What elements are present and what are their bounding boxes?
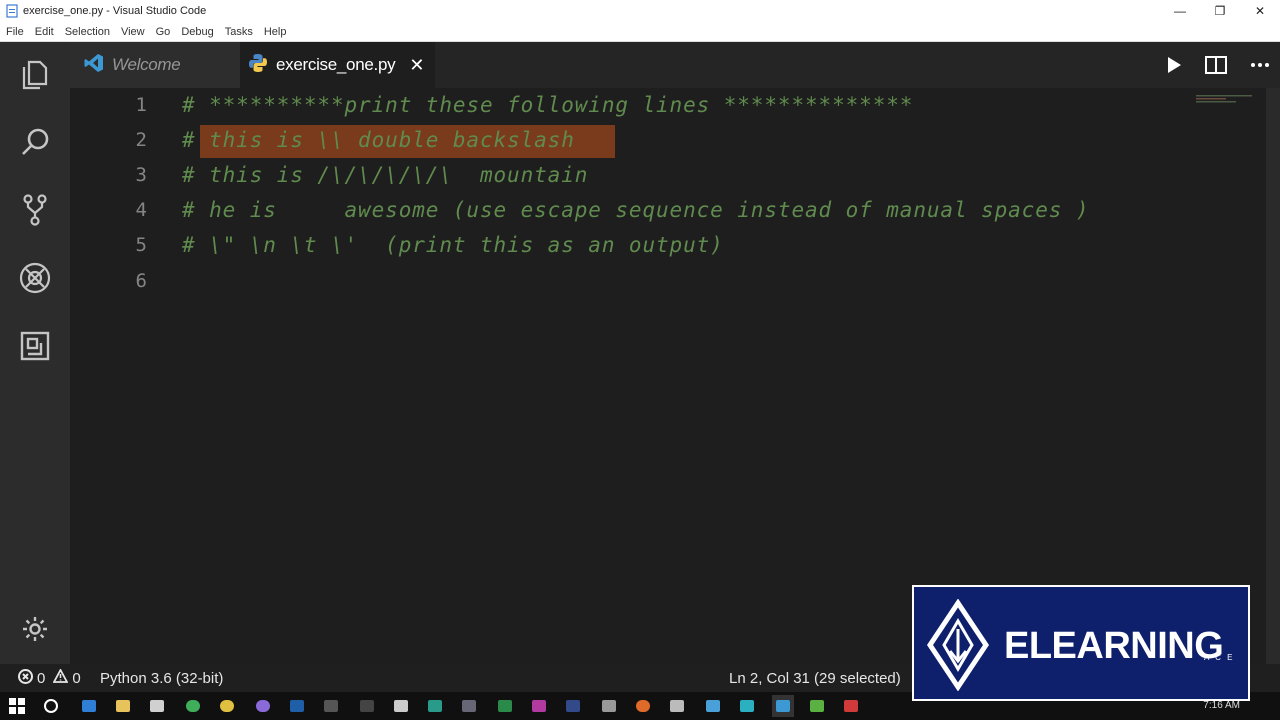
code-editor[interactable]: 1 # **********print these following line… [70, 88, 1280, 664]
code-text: # **********print these following lines … [182, 93, 914, 117]
app-icon-red[interactable] [840, 695, 862, 717]
menu-tasks[interactable]: Tasks [225, 26, 253, 38]
app-icon-green2[interactable] [494, 695, 516, 717]
vertical-scrollbar[interactable] [1266, 88, 1280, 664]
app-icon-navy[interactable] [562, 695, 584, 717]
app-icon-dark[interactable] [356, 695, 378, 717]
store-icon[interactable] [146, 695, 168, 717]
windows-start-icon[interactable] [6, 695, 28, 717]
vscode-icon [84, 53, 104, 78]
app-icon-purple[interactable] [252, 695, 274, 717]
tab-welcome[interactable]: Welcome [70, 42, 240, 88]
title-bar: exercise_one.py - Visual Studio Code — ❐… [0, 0, 1280, 22]
menu-bar: File Edit Selection View Go Debug Tasks … [0, 22, 1280, 42]
minimize-button[interactable]: — [1160, 0, 1200, 22]
app-icon-lime[interactable] [806, 695, 828, 717]
code-line[interactable]: 4 # he is awesome (use escape sequence i… [70, 193, 1270, 228]
elearning-logo-icon [924, 598, 992, 696]
menu-edit[interactable]: Edit [35, 26, 54, 38]
code-text: # he is awesome (use escape sequence ins… [182, 198, 1090, 222]
app-icon-blue[interactable] [286, 695, 308, 717]
python-interpreter[interactable]: Python 3.6 (32-bit) [100, 664, 223, 692]
app-icon-teal[interactable] [424, 695, 446, 717]
line-number: 4 [135, 199, 147, 221]
extensions-icon[interactable] [15, 326, 55, 366]
source-control-icon[interactable] [15, 190, 55, 230]
code-line[interactable]: 1 # **********print these following line… [70, 88, 1270, 123]
window-title: exercise_one.py - Visual Studio Code [23, 5, 207, 17]
chrome-icon[interactable] [216, 695, 238, 717]
elearning-watermark: ELEARNING A C E [912, 585, 1250, 701]
line-number: 1 [135, 94, 147, 116]
edge-icon[interactable] [78, 695, 100, 717]
menu-file[interactable]: File [6, 26, 24, 38]
explorer-icon[interactable] [15, 54, 55, 94]
warning-icon [52, 668, 69, 687]
more-actions-icon[interactable] [1246, 42, 1274, 88]
cursor-position[interactable]: Ln 2, Col 31 (29 selected) [729, 664, 901, 692]
app-icon-silver[interactable] [598, 695, 620, 717]
activity-bar [0, 42, 70, 664]
settings-gear-icon[interactable] [15, 609, 55, 649]
code-line[interactable]: 3 # this is /\/\/\/\/\ mountain [70, 158, 1270, 193]
menu-debug[interactable]: Debug [181, 26, 213, 38]
tab-label: Welcome [112, 55, 181, 74]
menu-selection[interactable]: Selection [65, 26, 110, 38]
menu-view[interactable]: View [121, 26, 145, 38]
maximize-button[interactable]: ❐ [1200, 0, 1240, 22]
line-number: 3 [135, 164, 147, 186]
code-text: # \" \n \t \' (print this as an output) [182, 233, 724, 257]
code-line[interactable]: 6 [70, 264, 1270, 299]
python-icon [248, 53, 268, 78]
app-icon-slate[interactable] [458, 695, 480, 717]
app-icon-magenta[interactable] [528, 695, 550, 717]
mail-icon[interactable] [390, 695, 412, 717]
line-number: 2 [135, 129, 147, 151]
error-count: 0 [37, 669, 46, 687]
problems-indicator[interactable]: 0 0 [18, 664, 81, 692]
file-icon [5, 4, 19, 18]
run-icon[interactable] [1160, 42, 1188, 88]
code-line[interactable]: 5 # \" \n \t \' (print this as an output… [70, 228, 1270, 263]
warning-count: 0 [72, 669, 81, 687]
error-icon [18, 668, 33, 688]
menu-help[interactable]: Help [264, 26, 287, 38]
menu-go[interactable]: Go [156, 26, 171, 38]
watermark-text: ELEARNING [1004, 625, 1224, 667]
app-icon-cyan[interactable] [736, 695, 758, 717]
line-number: 5 [135, 234, 147, 256]
minimap[interactable] [1196, 91, 1258, 103]
app-icon-sky[interactable] [702, 695, 724, 717]
debug-icon[interactable] [15, 258, 55, 298]
line-number: 6 [135, 270, 147, 292]
app-icon-orange[interactable] [632, 695, 654, 717]
app-icon-gray[interactable] [320, 695, 342, 717]
app-icon-light[interactable] [666, 695, 688, 717]
close-icon[interactable]: ✕ [409, 55, 424, 76]
watermark-suffix: A C E [1204, 653, 1235, 662]
app-icon-green[interactable] [182, 695, 204, 717]
tab-exercise-one[interactable]: exercise_one.py ✕ [240, 42, 435, 88]
code-line[interactable]: 2 # this is \\ double backslash [70, 123, 1270, 158]
file-explorer-icon[interactable] [112, 695, 134, 717]
code-text: # this is \\ double backslash [182, 128, 575, 152]
vscode-taskbar-icon[interactable] [772, 695, 794, 717]
tab-bar: Welcome exercise_one.py ✕ [70, 42, 1280, 88]
close-window-button[interactable]: ✕ [1240, 0, 1280, 22]
tab-label: exercise_one.py [276, 55, 396, 74]
code-text: # this is /\/\/\/\/\ mountain [182, 163, 589, 187]
search-icon[interactable] [15, 122, 55, 162]
cortana-icon[interactable] [40, 695, 62, 717]
split-editor-icon[interactable] [1202, 42, 1230, 88]
